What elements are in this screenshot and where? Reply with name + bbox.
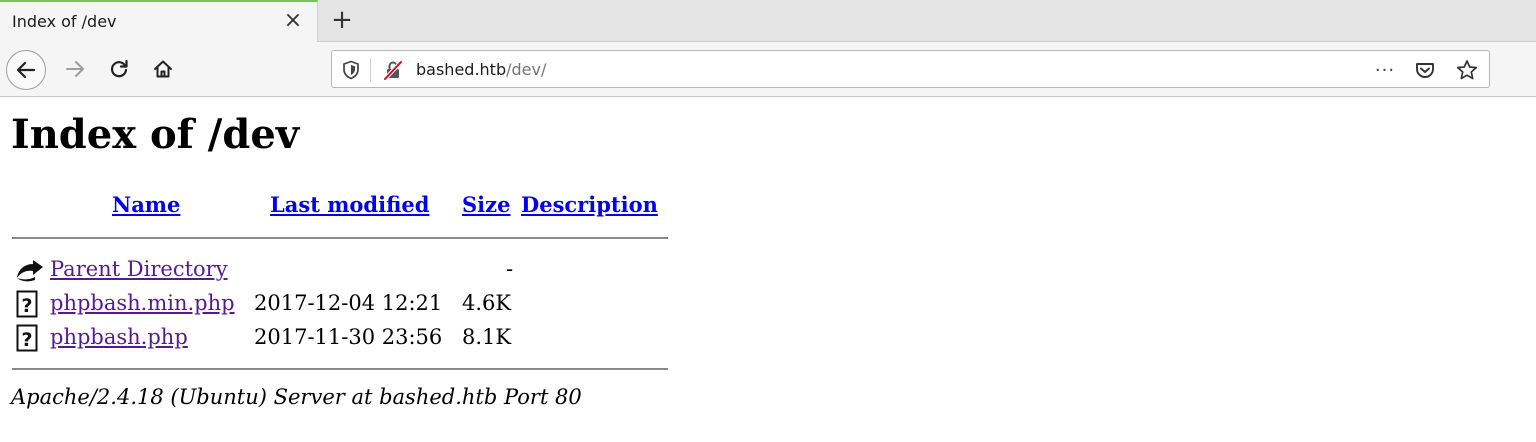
page-title: Index of /dev	[11, 111, 300, 158]
home-icon	[154, 60, 172, 78]
back-button[interactable]	[6, 50, 46, 90]
unknown-file-icon: ?	[16, 324, 38, 352]
column-header-description[interactable]: Description	[521, 192, 658, 218]
row-size: 8.1K	[462, 325, 512, 349]
address-bar[interactable]: bashed.htb/dev/ ···	[331, 50, 1490, 88]
forward-button[interactable]	[58, 52, 92, 86]
active-tab[interactable]: Index of /dev ×	[0, 0, 318, 42]
tab-title: Index of /dev	[12, 12, 117, 31]
row-last-modified: 2017-11-30 23:56	[254, 325, 443, 349]
home-button[interactable]	[146, 52, 180, 86]
reload-button[interactable]	[102, 52, 136, 86]
table-divider-top	[12, 237, 668, 239]
parent-directory-link[interactable]: Parent Directory	[50, 256, 228, 282]
pocket-glyph-icon	[1416, 63, 1434, 78]
row-size: 4.6K	[462, 291, 512, 315]
close-tab-icon[interactable]: ×	[282, 9, 304, 33]
forward-arrow-icon	[66, 61, 84, 77]
tracking-protection-shield-icon[interactable]	[342, 60, 360, 80]
url-host: bashed.htb	[416, 60, 507, 79]
tab-strip: Index of /dev × +	[0, 0, 1536, 42]
table-divider-bottom	[12, 368, 668, 370]
back-arrow-icon	[16, 61, 36, 79]
pocket-icon[interactable]	[1412, 57, 1438, 83]
address-bar-separator	[370, 58, 371, 82]
row-last-modified: 2017-12-04 12:21	[254, 291, 443, 315]
column-header-name[interactable]: Name	[112, 192, 180, 218]
new-tab-button[interactable]: +	[328, 4, 356, 36]
page-content: Index of /dev Name Last modified Size De…	[0, 98, 1536, 442]
reload-icon	[110, 59, 128, 78]
file-link[interactable]: phpbash.min.php	[50, 290, 235, 316]
navigation-toolbar: bashed.htb/dev/ ···	[0, 42, 1536, 97]
column-header-last-modified[interactable]: Last modified	[270, 192, 429, 218]
insecure-connection-lock-icon[interactable]	[382, 59, 404, 81]
star-glyph-icon	[1456, 60, 1478, 80]
svg-text:?: ?	[21, 329, 32, 351]
column-header-size[interactable]: Size	[462, 192, 510, 218]
url-path: /dev/	[506, 60, 547, 79]
unknown-file-icon: ?	[16, 290, 38, 318]
page-actions-more-icon[interactable]: ···	[1372, 57, 1398, 83]
row-size: -	[506, 257, 514, 281]
back-icon	[17, 260, 43, 282]
url-text[interactable]: bashed.htb/dev/	[416, 60, 546, 80]
server-signature: Apache/2.4.18 (Ubuntu) Server at bashed.…	[11, 385, 582, 409]
file-link[interactable]: phpbash.php	[50, 324, 188, 350]
svg-text:?: ?	[21, 295, 32, 317]
bookmark-star-icon[interactable]	[1454, 57, 1480, 83]
